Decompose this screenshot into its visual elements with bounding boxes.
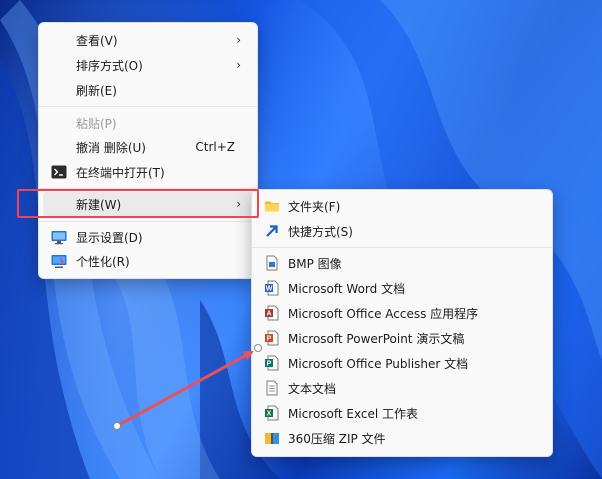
menu-item-label: 粘贴(P) bbox=[76, 116, 117, 131]
menu-item-shortcut: Ctrl+Z bbox=[195, 140, 235, 154]
new-submenu: 文件夹(F) 快捷方式(S) BMP 图像 W Microsoft Word 文… bbox=[251, 189, 553, 457]
menu-item-personalize[interactable]: 个性化(R) bbox=[43, 249, 253, 273]
submenu-item-access-app[interactable]: A Microsoft Office Access 应用程序 bbox=[256, 301, 548, 325]
submenu-item-folder[interactable]: 文件夹(F) bbox=[256, 194, 548, 218]
menu-item-label: 刷新(E) bbox=[76, 83, 117, 98]
submenu-item-label: Microsoft Excel 工作表 bbox=[288, 406, 419, 421]
chevron-right-icon: › bbox=[236, 33, 241, 47]
menu-item-paste: 粘贴(P) bbox=[43, 111, 253, 135]
submenu-item-label: 文本文档 bbox=[288, 381, 337, 396]
menu-item-refresh[interactable]: 刷新(E) bbox=[43, 78, 253, 102]
svg-text:P: P bbox=[267, 336, 272, 343]
menu-item-open-in-terminal[interactable]: 在终端中打开(T) bbox=[43, 160, 253, 184]
access-icon: A bbox=[265, 305, 279, 321]
submenu-item-label: 360压缩 ZIP 文件 bbox=[288, 431, 386, 446]
text-document-icon bbox=[266, 380, 278, 396]
svg-text:A: A bbox=[266, 311, 271, 318]
submenu-item-publisher[interactable]: P Microsoft Office Publisher 文档 bbox=[256, 351, 548, 375]
chevron-right-icon: › bbox=[236, 58, 241, 72]
submenu-item-label: BMP 图像 bbox=[288, 256, 342, 271]
menu-item-sort-by[interactable]: 排序方式(O) › bbox=[43, 53, 253, 77]
terminal-icon bbox=[51, 165, 67, 179]
svg-text:X: X bbox=[267, 411, 272, 418]
folder-icon bbox=[265, 201, 279, 212]
display-settings-icon bbox=[51, 231, 67, 245]
menu-separator bbox=[39, 221, 257, 222]
menu-separator bbox=[39, 106, 257, 107]
menu-item-display-settings[interactable]: 显示设置(D) bbox=[43, 225, 253, 249]
submenu-item-excel[interactable]: X Microsoft Excel 工作表 bbox=[256, 401, 548, 425]
menu-item-label: 个性化(R) bbox=[76, 254, 130, 269]
submenu-item-shortcut[interactable]: 快捷方式(S) bbox=[256, 219, 548, 243]
menu-item-label: 查看(V) bbox=[76, 33, 118, 48]
publisher-icon: P bbox=[265, 355, 279, 371]
submenu-item-label: Microsoft Office Publisher 文档 bbox=[288, 356, 469, 371]
submenu-item-label: Microsoft Word 文档 bbox=[288, 281, 406, 296]
menu-item-undo-delete[interactable]: 撤消 删除(U) Ctrl+Z bbox=[43, 135, 253, 159]
zip-archive-icon bbox=[265, 433, 279, 444]
highlight-box-new bbox=[17, 189, 259, 218]
shortcut-icon bbox=[266, 225, 278, 237]
submenu-item-text-document[interactable]: 文本文档 bbox=[256, 376, 548, 400]
menu-item-label: 排序方式(O) bbox=[76, 58, 143, 73]
submenu-item-zip-archive[interactable]: 360压缩 ZIP 文件 bbox=[256, 426, 548, 450]
submenu-item-bmp-image[interactable]: BMP 图像 bbox=[256, 251, 548, 275]
submenu-item-label: 快捷方式(S) bbox=[288, 224, 353, 239]
bmp-image-icon bbox=[266, 255, 278, 271]
submenu-item-label: Microsoft PowerPoint 演示文稿 bbox=[288, 331, 465, 346]
menu-item-view[interactable]: 查看(V) › bbox=[43, 28, 253, 52]
menu-item-label: 显示设置(D) bbox=[76, 230, 143, 245]
submenu-item-powerpoint[interactable]: P Microsoft PowerPoint 演示文稿 bbox=[256, 326, 548, 350]
submenu-item-label: 文件夹(F) bbox=[288, 199, 341, 214]
svg-text:P: P bbox=[267, 361, 272, 368]
desktop-context-menu: 查看(V) › 排序方式(O) › 刷新(E) 粘贴(P) 撤消 删除(U) C… bbox=[38, 22, 258, 279]
submenu-item-word-document[interactable]: W Microsoft Word 文档 bbox=[256, 276, 548, 300]
svg-text:W: W bbox=[266, 286, 273, 293]
menu-item-label: 撤消 删除(U) bbox=[76, 140, 146, 155]
personalize-icon bbox=[51, 255, 67, 268]
submenu-separator bbox=[252, 247, 552, 248]
powerpoint-icon: P bbox=[265, 330, 279, 346]
menu-item-label: 在终端中打开(T) bbox=[76, 165, 165, 180]
word-icon: W bbox=[265, 280, 279, 296]
submenu-item-label: Microsoft Office Access 应用程序 bbox=[288, 306, 479, 321]
excel-icon: X bbox=[265, 405, 279, 421]
